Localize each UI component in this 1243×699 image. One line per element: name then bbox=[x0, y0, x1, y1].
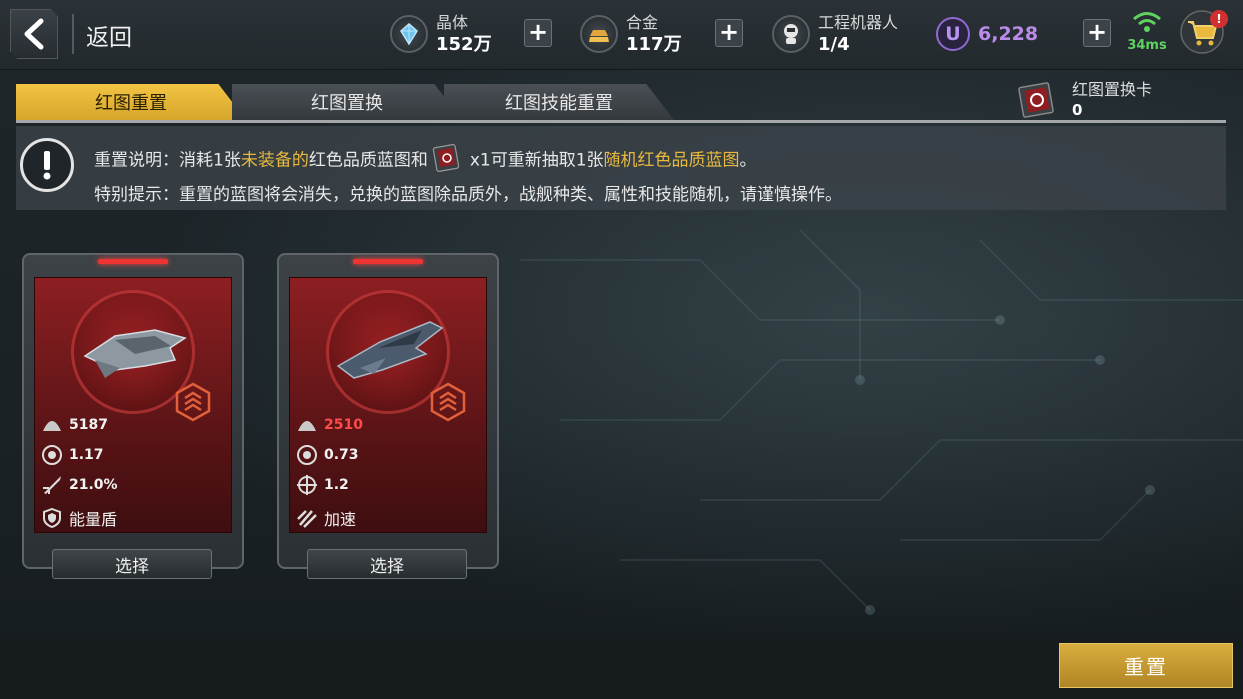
card-glow bbox=[98, 259, 168, 264]
crystal-icon bbox=[390, 15, 428, 53]
reset-button[interactable]: 重置 bbox=[1059, 643, 1233, 688]
stat-speed: 0.73 bbox=[296, 444, 359, 466]
stat-value: 21.0% bbox=[69, 477, 118, 493]
speed-dial-icon bbox=[41, 444, 63, 466]
blueprint-card[interactable]: 2510 0.73 1.2 加速 选择 bbox=[277, 253, 499, 579]
swap-card-icon bbox=[1018, 82, 1054, 118]
resource-alloy: 合金 117万 bbox=[580, 8, 682, 60]
info-text: 。 bbox=[739, 150, 757, 171]
stat-value: 1.2 bbox=[324, 477, 349, 493]
exclamation-icon bbox=[20, 138, 74, 192]
reset-info-panel: 重置说明：消耗1张未装备的红色品质蓝图和 x1可重新抽取1张随机红色品质蓝图。 特… bbox=[16, 126, 1226, 210]
tab-red-skill-reset[interactable]: 红图技能重置 bbox=[444, 84, 674, 120]
bottom-bar bbox=[0, 632, 1243, 699]
stat-value: 1.17 bbox=[69, 447, 104, 463]
resource-name: 晶体 bbox=[436, 13, 469, 32]
shield-icon bbox=[41, 507, 63, 529]
divider bbox=[72, 14, 74, 54]
add-premium-button[interactable]: + bbox=[1083, 19, 1111, 47]
skill: 加速 bbox=[296, 506, 356, 530]
card-body: 5187 1.17 21.0% 能量盾 bbox=[34, 277, 232, 533]
info-highlight: 随机红色品质蓝图 bbox=[603, 150, 740, 171]
wifi-icon bbox=[1133, 12, 1161, 32]
resource-robot: 工程机器人 1/4 bbox=[772, 8, 898, 60]
rank-chevron-icon bbox=[430, 382, 466, 422]
speed-dial-icon bbox=[296, 444, 318, 466]
premium-value: 6,228 bbox=[978, 23, 1039, 45]
rank-chevron-icon bbox=[175, 382, 211, 422]
resource-crystal: 晶体 152万 bbox=[390, 8, 492, 60]
select-button[interactable]: 选择 bbox=[52, 549, 212, 579]
boost-icon bbox=[296, 507, 318, 529]
resource-premium: U 6,228 bbox=[936, 8, 1038, 60]
resource-name: 合金 bbox=[626, 13, 659, 32]
armor-icon bbox=[41, 414, 63, 436]
stat-value: 5187 bbox=[69, 417, 108, 433]
missile-icon bbox=[41, 474, 63, 496]
card-body: 2510 0.73 1.2 加速 bbox=[289, 277, 487, 533]
swap-card-counter: 红图置换卡 0 bbox=[1018, 80, 1152, 120]
tab-underline bbox=[16, 120, 1226, 123]
network-status: 34ms bbox=[1122, 10, 1172, 53]
info-text: 红色品质蓝图和 bbox=[308, 150, 428, 171]
skill-name: 加速 bbox=[324, 510, 357, 529]
add-alloy-button[interactable]: + bbox=[715, 19, 743, 47]
tab-red-swap[interactable]: 红图置换 bbox=[232, 84, 462, 120]
info-line-2: 特别提示：重置的蓝图将会消失，兑换的蓝图除品质外，战舰种类、属性和技能随机，请谨… bbox=[94, 185, 842, 205]
premium-currency-icon: U bbox=[936, 17, 970, 51]
crosshair-icon bbox=[296, 474, 318, 496]
swap-card-icon bbox=[432, 143, 466, 177]
info-highlight: 未装备的 bbox=[240, 150, 309, 171]
resource-value: 1/4 bbox=[818, 34, 850, 55]
select-button[interactable]: 选择 bbox=[307, 549, 467, 579]
warship-icon bbox=[83, 329, 187, 378]
stat-armor: 2510 bbox=[296, 414, 363, 436]
stat-value: 2510 bbox=[324, 417, 363, 433]
resource-name: 工程机器人 bbox=[818, 13, 899, 32]
stat-value: 0.73 bbox=[324, 447, 359, 463]
robot-icon bbox=[772, 15, 810, 53]
resource-value: 152万 bbox=[436, 34, 492, 55]
skill-name: 能量盾 bbox=[69, 510, 118, 529]
skill: 能量盾 bbox=[41, 506, 117, 530]
swap-card-count: 0 bbox=[1072, 101, 1083, 119]
stat-accuracy: 1.2 bbox=[296, 474, 349, 496]
info-text: x1可重新抽取1张 bbox=[469, 150, 604, 171]
back-label[interactable]: 返回 bbox=[86, 18, 132, 52]
arrow-left-icon bbox=[24, 18, 44, 50]
stat-missile: 21.0% bbox=[41, 474, 118, 496]
info-line-1: 重置说明：消耗1张未装备的红色品质蓝图和 x1可重新抽取1张随机红色品质蓝图。 bbox=[94, 143, 757, 177]
armor-icon bbox=[296, 414, 318, 436]
warship-icon bbox=[336, 321, 444, 379]
alloy-icon bbox=[580, 15, 618, 53]
blueprint-card[interactable]: 5187 1.17 21.0% 能量盾 选择 bbox=[22, 253, 244, 579]
stat-armor: 5187 bbox=[41, 414, 108, 436]
shop-cart-button[interactable]: ! bbox=[1180, 10, 1228, 58]
resource-value: 117万 bbox=[626, 34, 682, 55]
add-crystal-button[interactable]: + bbox=[524, 19, 552, 47]
back-button[interactable] bbox=[10, 9, 58, 59]
tab-red-reset[interactable]: 红图重置 bbox=[16, 84, 246, 120]
card-glow bbox=[353, 259, 423, 264]
info-text: 重置说明：消耗1张 bbox=[94, 150, 241, 171]
top-bar: 返回 晶体 152万 + 合金 117万 + 工程机器人 1/4 U 6,228… bbox=[0, 0, 1243, 70]
notification-badge: ! bbox=[1210, 10, 1228, 28]
swap-card-name: 红图置换卡 bbox=[1072, 80, 1153, 99]
stat-speed: 1.17 bbox=[41, 444, 104, 466]
ping-value: 34ms bbox=[1127, 38, 1167, 53]
